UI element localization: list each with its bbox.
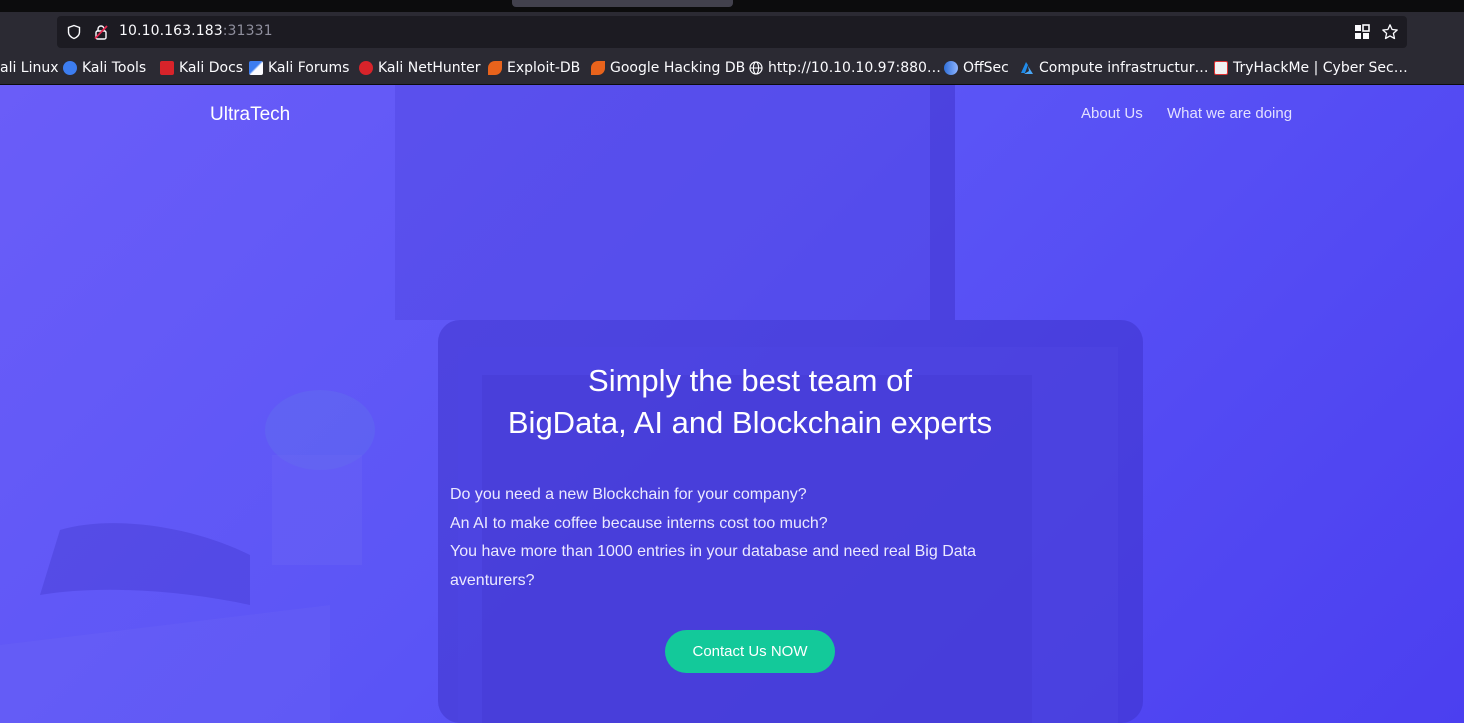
bookmark-label: Compute infrastructur… xyxy=(1039,60,1209,76)
ghdb-icon xyxy=(591,61,605,75)
bookmark-label: ali Linux xyxy=(0,60,59,76)
kali-tools-icon xyxy=(63,61,77,75)
tab-strip xyxy=(0,0,1464,12)
bookmark-offsec[interactable]: OffSec xyxy=(944,59,1009,77)
bookmark-kali-nethunter[interactable]: Kali NetHunter xyxy=(359,59,480,77)
bookmark-kali-docs[interactable]: Kali Docs xyxy=(160,59,243,77)
bookmark-label: OffSec xyxy=(963,60,1009,76)
bookmark-kali-linux[interactable]: ali Linux xyxy=(0,59,59,77)
hero-copy-line-3: You have more than 1000 entries in your … xyxy=(450,543,976,589)
shield-icon[interactable] xyxy=(66,24,82,40)
offsec-icon xyxy=(944,61,958,75)
kali-nethunter-icon xyxy=(359,61,373,75)
active-tab[interactable] xyxy=(512,0,733,7)
hero-title: Simply the best team of BigData, AI and … xyxy=(0,360,1464,444)
url-port: :31331 xyxy=(222,23,273,39)
exploit-db-icon xyxy=(488,61,502,75)
bookmark-label: Kali Forums xyxy=(268,60,350,76)
bookmark-label: Exploit-DB xyxy=(507,60,581,76)
hero-copy-line-2: An AI to make coffee because interns cos… xyxy=(450,514,828,532)
hero-copy-line-1: Do you need a new Blockchain for your co… xyxy=(450,486,807,503)
bookmark-kali-tools[interactable]: Kali Tools xyxy=(63,59,146,77)
bookmark-label: Google Hacking DB xyxy=(610,60,746,76)
bookmark-star-icon[interactable] xyxy=(1381,23,1399,41)
address-bar[interactable]: 10.10.163.183:31331 xyxy=(57,16,1407,48)
globe-icon xyxy=(749,61,763,75)
bookmarks-toolbar: ali Linux Kali Tools Kali Docs Kali Foru… xyxy=(0,52,1464,85)
tryhackme-icon xyxy=(1214,61,1228,75)
hero-description: Do you need a new Blockchain for your co… xyxy=(450,481,1010,595)
bookmark-label: Kali Docs xyxy=(179,60,244,76)
kali-docs-icon xyxy=(160,61,174,75)
hero-title-line-1: Simply the best team of xyxy=(588,363,912,398)
bookmark-compute-infrastructure[interactable]: Compute infrastructur… xyxy=(1020,59,1209,77)
kali-forums-icon xyxy=(249,61,263,75)
bookmark-label: http://10.10.10.97:880… xyxy=(768,60,941,76)
webpage: UltraTech About Us What we are doing Sim… xyxy=(0,85,1464,723)
qr-code-icon[interactable] xyxy=(1354,24,1370,40)
azure-icon xyxy=(1021,62,1033,74)
nav-what-we-are-doing[interactable]: What we are doing xyxy=(1167,105,1292,122)
bookmark-label: Kali Tools xyxy=(82,60,147,76)
nav-about-us[interactable]: About Us xyxy=(1081,105,1143,122)
bookmark-tryhackme[interactable]: TryHackMe | Cyber Sec… xyxy=(1214,59,1408,77)
url-text[interactable]: 10.10.163.183:31331 xyxy=(119,23,273,39)
bookmark-google-hacking-db[interactable]: Google Hacking DB xyxy=(591,59,745,77)
browser-toolbar: 10.10.163.183:31331 xyxy=(0,12,1464,52)
bookmark-label: TryHackMe | Cyber Sec… xyxy=(1233,60,1408,76)
site-brand-logo[interactable]: UltraTech xyxy=(210,104,290,126)
bookmark-label: Kali NetHunter xyxy=(378,60,481,76)
contact-us-button[interactable]: Contact Us NOW xyxy=(665,630,835,673)
bookmark-kali-forums[interactable]: Kali Forums xyxy=(249,59,349,77)
url-host: 10.10.163.183 xyxy=(119,23,223,39)
bookmark-http-10-10-10-97[interactable]: http://10.10.10.97:880… xyxy=(749,59,941,77)
bookmark-exploit-db[interactable]: Exploit-DB xyxy=(488,59,580,77)
hero-title-line-2: BigData, AI and Blockchain experts xyxy=(507,405,993,440)
insecure-lock-icon[interactable] xyxy=(93,24,109,40)
